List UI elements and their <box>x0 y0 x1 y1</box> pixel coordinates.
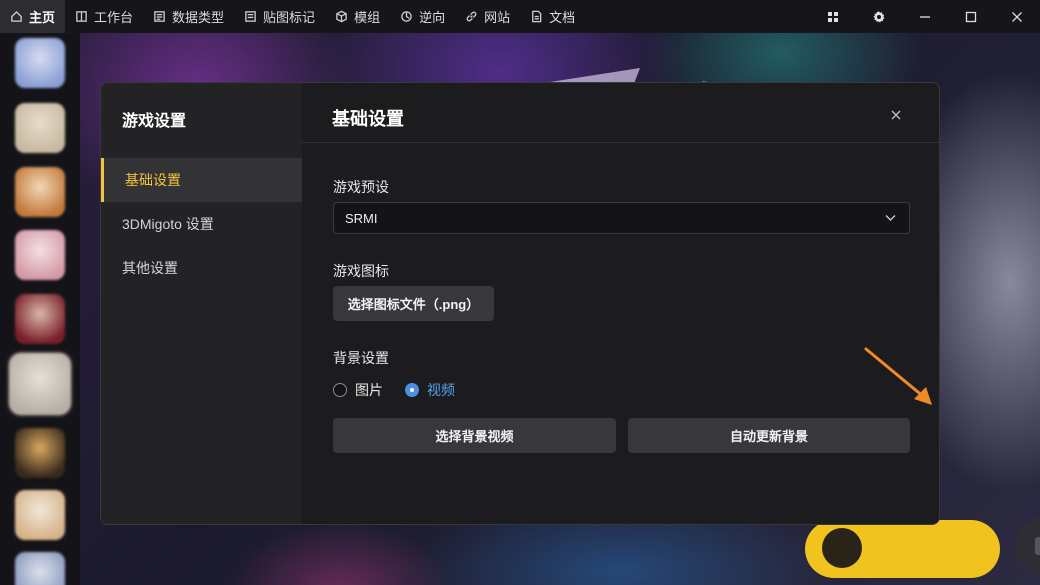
select-icon-file-button[interactable]: 选择图标文件（.png） <box>333 286 494 321</box>
texture-mark-icon <box>245 11 256 22</box>
maximize-icon <box>965 11 977 22</box>
dialog-close-button[interactable] <box>891 107 905 121</box>
cube-icon <box>336 10 347 23</box>
tab-label: 贴图标记 <box>263 10 316 25</box>
dialog-title: 基础设置 <box>332 109 404 129</box>
reverse-icon <box>401 11 412 22</box>
radio-button[interactable] <box>405 383 419 397</box>
tab-texture-mark[interactable]: 贴图标记 <box>234 0 325 33</box>
radio-video[interactable]: 视频 <box>405 380 455 400</box>
background-settings-label: 背景设置 <box>333 350 389 366</box>
nav-item-other-settings[interactable]: 其他设置 <box>101 246 302 290</box>
nav-item-3dmigoto-settings[interactable]: 3DMigoto 设置 <box>101 202 302 246</box>
grid-button[interactable] <box>810 0 856 33</box>
annotation-arrow-icon <box>864 347 932 405</box>
game-list-rail <box>0 33 80 585</box>
tab-label: 工作台 <box>94 10 134 25</box>
radio-label: 视频 <box>427 382 455 398</box>
background-round-button[interactable] <box>1015 517 1040 575</box>
auto-update-background-label: 自动更新背景 <box>729 429 808 444</box>
home-icon <box>11 10 22 22</box>
divider <box>302 142 939 143</box>
document-icon <box>532 10 542 23</box>
nav-item-label: 基础设置 <box>125 172 181 188</box>
title-bar: 主页 工作台 数据类型 贴图标记 模组 逆向 网站 文档 <box>0 0 1040 33</box>
settings-button[interactable] <box>856 0 902 33</box>
tab-mods[interactable]: 模组 <box>325 0 390 33</box>
link-icon <box>466 11 477 22</box>
dialog-sidebar-title: 游戏设置 <box>122 113 187 130</box>
game-settings-dialog: 游戏设置 基础设置 3DMigoto 设置 其他设置 基础设置 游戏预设 SRM… <box>100 82 940 525</box>
dialog-content: 基础设置 游戏预设 SRMI 游戏图标 选择图标文件（.png） 背景设置 图片… <box>302 83 939 524</box>
tab-workbench[interactable]: 工作台 <box>65 0 143 33</box>
game-thumbnail[interactable] <box>15 490 65 540</box>
nav-item-basic-settings[interactable]: 基础设置 <box>101 158 302 202</box>
close-icon <box>891 110 901 120</box>
radio-image[interactable]: 图片 <box>333 380 383 400</box>
select-background-video-label: 选择背景视频 <box>435 429 514 444</box>
tab-label: 数据类型 <box>172 10 225 25</box>
radio-label: 图片 <box>355 382 383 398</box>
game-thumbnail[interactable] <box>15 38 65 88</box>
chevron-down-icon <box>885 215 896 221</box>
tab-label: 主页 <box>29 10 56 25</box>
tab-home[interactable]: 主页 <box>0 0 66 33</box>
game-thumbnail[interactable] <box>15 294 65 344</box>
window-controls <box>810 0 1040 33</box>
game-thumbnail[interactable] <box>15 230 65 280</box>
nav-item-label: 3DMigoto 设置 <box>122 216 214 232</box>
game-thumbnail[interactable] <box>15 103 65 153</box>
grid-icon <box>828 11 838 22</box>
launch-icon <box>822 528 862 568</box>
settings-icon <box>873 11 885 22</box>
tab-website[interactable]: 网站 <box>455 0 520 33</box>
minimize-button[interactable] <box>902 0 948 33</box>
minimize-icon <box>920 15 930 18</box>
auto-update-background-button[interactable]: 自动更新背景 <box>628 418 910 453</box>
workbench-icon <box>76 11 87 22</box>
data-type-icon <box>154 11 165 22</box>
game-thumbnail[interactable] <box>15 552 65 585</box>
preset-label: 游戏预设 <box>333 179 389 195</box>
game-thumbnail[interactable] <box>15 167 65 217</box>
tab-reverse[interactable]: 逆向 <box>390 0 455 33</box>
tab-label: 逆向 <box>419 10 446 25</box>
radio-button[interactable] <box>333 383 347 397</box>
select-icon-file-label: 选择图标文件（.png） <box>347 297 480 312</box>
game-thumbnail[interactable] <box>9 353 71 415</box>
background-type-radio-group: 图片 视频 <box>333 380 477 400</box>
select-background-video-button[interactable]: 选择背景视频 <box>333 418 616 453</box>
tab-data-type[interactable]: 数据类型 <box>143 0 234 33</box>
game-preset-select[interactable]: SRMI <box>333 202 910 234</box>
game-icon-label: 游戏图标 <box>333 263 389 279</box>
tab-label: 文档 <box>549 10 576 25</box>
tab-docs[interactable]: 文档 <box>520 0 585 33</box>
game-thumbnail[interactable] <box>15 428 65 478</box>
close-icon <box>1012 11 1022 22</box>
close-window-button[interactable] <box>994 0 1040 33</box>
dialog-nav: 基础设置 3DMigoto 设置 其他设置 <box>101 158 302 290</box>
dialog-sidebar: 游戏设置 基础设置 3DMigoto 设置 其他设置 <box>101 83 302 524</box>
game-preset-value: SRMI <box>345 210 378 226</box>
nav-item-label: 其他设置 <box>122 260 178 276</box>
tab-label: 网站 <box>484 10 511 25</box>
maximize-button[interactable] <box>948 0 994 33</box>
background-launch-button[interactable] <box>805 520 1000 578</box>
tab-label: 模组 <box>354 10 381 25</box>
